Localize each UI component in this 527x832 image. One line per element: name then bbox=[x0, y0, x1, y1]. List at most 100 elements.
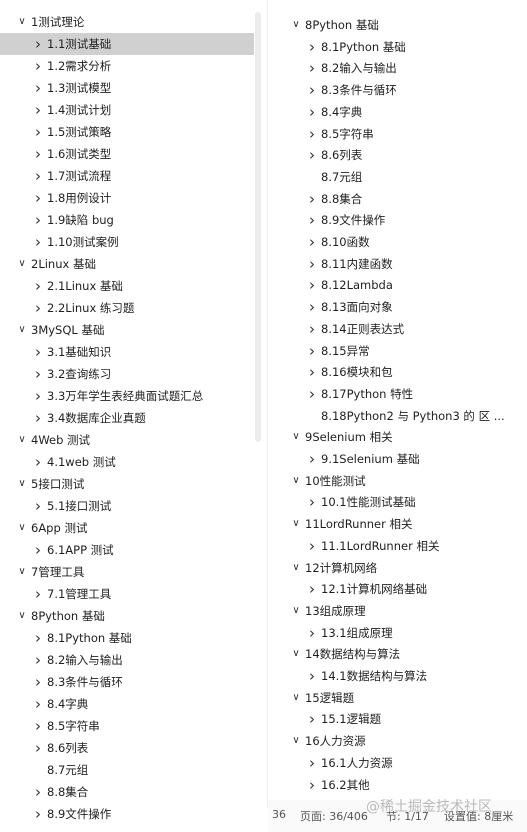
chevron-right-icon[interactable]: › bbox=[305, 57, 319, 79]
tree-item[interactable]: › 3.4数据库企业真题 bbox=[0, 407, 254, 429]
tree-item[interactable]: › 8.3条件与循环 bbox=[0, 671, 254, 693]
chevron-right-icon[interactable]: › bbox=[31, 33, 45, 55]
tree-item[interactable]: › 8.11内建函数 bbox=[276, 253, 526, 275]
tree-group[interactable]: ∨ 16人力资源 bbox=[276, 730, 526, 752]
chevron-right-icon[interactable]: › bbox=[305, 253, 319, 275]
tree-group[interactable]: ∨ 9Selenium 相关 bbox=[276, 426, 526, 448]
chevron-right-icon[interactable]: › bbox=[305, 448, 319, 470]
tree-group[interactable]: ∨ 2Linux 基础 bbox=[0, 253, 254, 275]
chevron-right-icon[interactable]: › bbox=[31, 715, 45, 737]
chevron-down-icon[interactable]: ∨ bbox=[289, 643, 303, 665]
tree-item[interactable]: › 8.2输入与输出 bbox=[0, 649, 254, 671]
tree-item[interactable]: › 8.9文件操作 bbox=[0, 803, 254, 825]
tree-group[interactable]: ∨ 13组成原理 bbox=[276, 600, 526, 622]
chevron-right-icon[interactable]: › bbox=[31, 583, 45, 605]
chevron-right-icon[interactable]: › bbox=[31, 627, 45, 649]
chevron-right-icon[interactable]: › bbox=[31, 341, 45, 363]
tree-item[interactable]: › 8.15异常 bbox=[276, 340, 526, 362]
tree-group[interactable]: ∨ 4Web 测试 bbox=[0, 429, 254, 451]
tree-item[interactable]: › 1.5测试策略 bbox=[0, 121, 254, 143]
chevron-right-icon[interactable]: › bbox=[31, 781, 45, 803]
tree-item[interactable]: › 8.2输入与输出 bbox=[276, 57, 526, 79]
tree-item[interactable]: 8.7元组 bbox=[0, 759, 254, 781]
tree-item[interactable]: › 8.12Lambda bbox=[276, 274, 526, 296]
tree-group[interactable]: ∨ 8Python 基础 bbox=[0, 605, 254, 627]
chevron-right-icon[interactable]: › bbox=[31, 385, 45, 407]
tree-item[interactable]: › 1.3测试模型 bbox=[0, 77, 254, 99]
tree-item[interactable]: › 8.4字典 bbox=[0, 693, 254, 715]
chevron-down-icon[interactable]: ∨ bbox=[15, 517, 29, 539]
tree-item[interactable]: › 1.10测试案例 bbox=[0, 231, 254, 253]
chevron-right-icon[interactable]: › bbox=[31, 187, 45, 209]
tree-item[interactable]: › 2.2Linux 练习题 bbox=[0, 297, 254, 319]
chevron-down-icon[interactable]: ∨ bbox=[289, 600, 303, 622]
chevron-right-icon[interactable]: › bbox=[31, 55, 45, 77]
tree-item[interactable]: › 8.17Python 特性 bbox=[276, 383, 526, 405]
tree-item[interactable]: › 8.6列表 bbox=[276, 144, 526, 166]
chevron-down-icon[interactable]: ∨ bbox=[289, 557, 303, 579]
chevron-right-icon[interactable]: › bbox=[305, 752, 319, 774]
chevron-down-icon[interactable]: ∨ bbox=[15, 11, 29, 33]
tree-item[interactable]: › 7.1管理工具 bbox=[0, 583, 254, 605]
chevron-right-icon[interactable]: › bbox=[305, 274, 319, 296]
tree-group[interactable]: ∨ 15逻辑题 bbox=[276, 687, 526, 709]
chevron-right-icon[interactable]: › bbox=[305, 361, 319, 383]
tree-group[interactable]: ∨ 5接口测试 bbox=[0, 473, 254, 495]
chevron-right-icon[interactable]: › bbox=[305, 491, 319, 513]
tree-item[interactable]: › 2.1Linux 基础 bbox=[0, 275, 254, 297]
tree-item[interactable]: › 3.3万年学生表经典面试题汇总 bbox=[0, 385, 254, 407]
chevron-right-icon[interactable]: › bbox=[31, 451, 45, 473]
chevron-down-icon[interactable]: ∨ bbox=[15, 253, 29, 275]
tree-item[interactable]: › 8.13面向对象 bbox=[276, 296, 526, 318]
tree-item[interactable]: › 8.3条件与循环 bbox=[276, 79, 526, 101]
chevron-down-icon[interactable]: ∨ bbox=[289, 513, 303, 535]
chevron-right-icon[interactable]: › bbox=[305, 144, 319, 166]
tree-item[interactable]: › 1.4测试计划 bbox=[0, 99, 254, 121]
tree-item[interactable]: › 4.1web 测试 bbox=[0, 451, 254, 473]
chevron-right-icon[interactable]: › bbox=[31, 231, 45, 253]
chevron-right-icon[interactable]: › bbox=[305, 296, 319, 318]
tree-item[interactable]: › 16.1人力资源 bbox=[276, 752, 526, 774]
scrollbar[interactable] bbox=[255, 12, 261, 442]
tree-item[interactable]: › 1.1测试基础 bbox=[0, 33, 254, 55]
chevron-right-icon[interactable]: › bbox=[305, 535, 319, 557]
chevron-right-icon[interactable]: › bbox=[31, 671, 45, 693]
chevron-right-icon[interactable]: › bbox=[305, 36, 319, 58]
chevron-right-icon[interactable]: › bbox=[31, 803, 45, 825]
chevron-right-icon[interactable]: › bbox=[305, 188, 319, 210]
chevron-down-icon[interactable]: ∨ bbox=[289, 426, 303, 448]
tree-group[interactable]: ∨ 8Python 基础 bbox=[276, 14, 526, 36]
tree-item[interactable]: › 8.6列表 bbox=[0, 737, 254, 759]
chevron-right-icon[interactable]: › bbox=[305, 665, 319, 687]
tree-item[interactable]: › 1.2需求分析 bbox=[0, 55, 254, 77]
chevron-right-icon[interactable]: › bbox=[31, 495, 45, 517]
tree-item[interactable]: › 3.2查询练习 bbox=[0, 363, 254, 385]
tree-item[interactable]: › 14.1数据结构与算法 bbox=[276, 665, 526, 687]
chevron-right-icon[interactable]: › bbox=[31, 693, 45, 715]
chevron-down-icon[interactable]: ∨ bbox=[15, 319, 29, 341]
tree-item[interactable]: › 11.1LordRunner 相关 bbox=[276, 535, 526, 557]
tree-item[interactable]: › 8.8集合 bbox=[0, 781, 254, 803]
chevron-right-icon[interactable]: › bbox=[31, 209, 45, 231]
chevron-right-icon[interactable]: › bbox=[305, 340, 319, 362]
tree-group[interactable]: ∨ 12计算机网络 bbox=[276, 557, 526, 579]
chevron-right-icon[interactable]: › bbox=[31, 297, 45, 319]
chevron-right-icon[interactable]: › bbox=[305, 123, 319, 145]
tree-group[interactable]: ∨ 7管理工具 bbox=[0, 561, 254, 583]
chevron-right-icon[interactable]: › bbox=[305, 231, 319, 253]
chevron-down-icon[interactable]: ∨ bbox=[15, 429, 29, 451]
tree-item[interactable]: › 13.1组成原理 bbox=[276, 622, 526, 644]
tree-item[interactable]: 8.18Python2 与 Python3 的 区 ... bbox=[276, 405, 526, 427]
tree-group[interactable]: ∨ 10性能测试 bbox=[276, 470, 526, 492]
chevron-right-icon[interactable]: › bbox=[31, 143, 45, 165]
chevron-right-icon[interactable]: › bbox=[31, 363, 45, 385]
chevron-right-icon[interactable]: › bbox=[31, 121, 45, 143]
chevron-right-icon[interactable]: › bbox=[305, 622, 319, 644]
chevron-right-icon[interactable]: › bbox=[31, 275, 45, 297]
chevron-right-icon[interactable]: › bbox=[305, 209, 319, 231]
tree-item[interactable]: › 8.16模块和包 bbox=[276, 361, 526, 383]
chevron-down-icon[interactable]: ∨ bbox=[15, 605, 29, 627]
tree-item[interactable]: › 8.10函数 bbox=[276, 231, 526, 253]
tree-item[interactable]: › 1.8用例设计 bbox=[0, 187, 254, 209]
tree-item[interactable]: › 8.9文件操作 bbox=[276, 209, 526, 231]
